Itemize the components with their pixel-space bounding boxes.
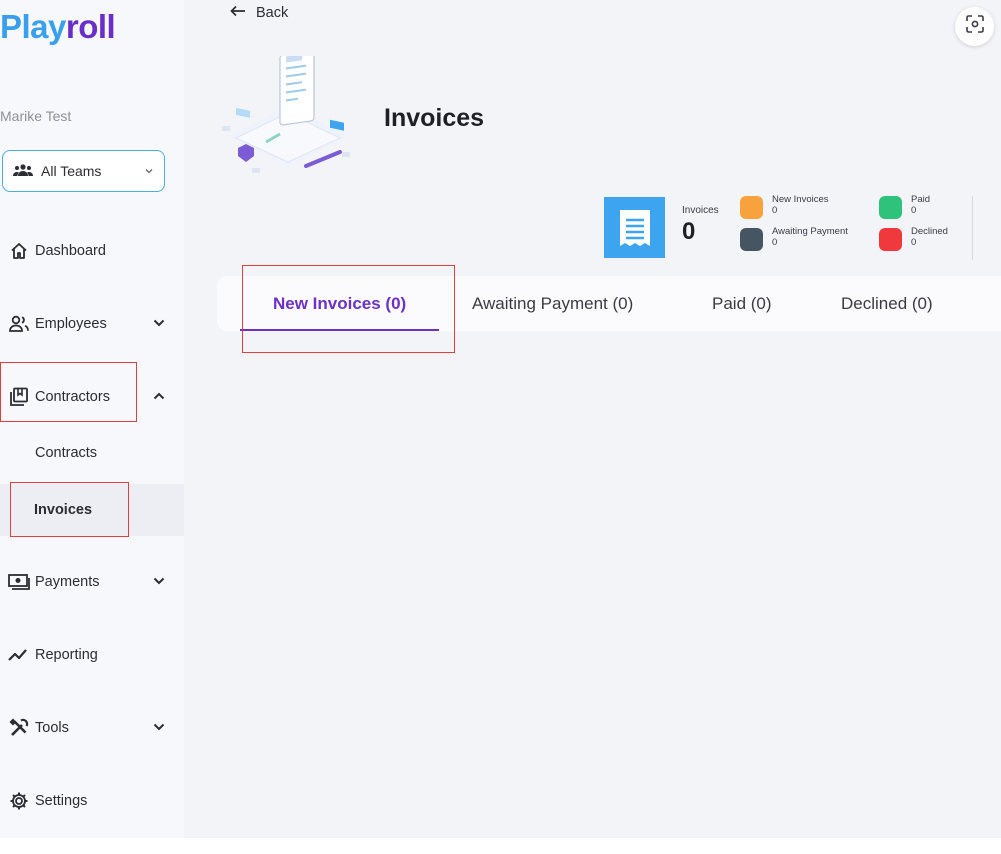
legend-swatch [740, 196, 763, 219]
active-tab-indicator [240, 329, 439, 331]
chevron-up-icon [152, 389, 166, 407]
users-icon [8, 313, 30, 335]
trend-icon [8, 644, 30, 666]
tab-paid[interactable]: Paid (0) [712, 276, 772, 331]
tab-new-invoices[interactable]: New Invoices (0) [273, 276, 406, 331]
nav-employees-label: Employees [35, 316, 107, 332]
legend-label: Awaiting Payment [772, 226, 848, 237]
legend-count: 0 [911, 237, 917, 248]
nav-settings[interactable]: Settings [0, 781, 184, 821]
nav-settings-label: Settings [35, 793, 88, 809]
chevron-down-icon [152, 574, 166, 592]
legend-label: New Invoices [772, 194, 829, 205]
legend-new-invoices: New Invoices 0 [740, 194, 829, 219]
team-select-value: All Teams [41, 163, 102, 179]
team-icon [13, 163, 33, 180]
back-label: Back [256, 5, 289, 21]
nav-contractors-label: Contractors [35, 389, 110, 405]
nav-contracts[interactable]: Contracts [0, 427, 184, 479]
sidebar: Playroll Marike Test All Teams Dashboard… [0, 0, 184, 838]
invoice-illustration [218, 50, 358, 186]
legend-label: Paid [911, 194, 931, 205]
legend-swatch [740, 228, 763, 251]
tools-icon [8, 717, 30, 739]
legend-count: 0 [772, 237, 778, 248]
user-name: Marike Test [0, 108, 72, 124]
nav-payments[interactable]: Payments [0, 562, 184, 602]
nav-invoices[interactable]: Invoices [0, 484, 184, 536]
screenshot-scan-button[interactable] [955, 7, 994, 46]
invoice-receipt-icon [604, 197, 665, 258]
app-logo[interactable]: Playroll [0, 8, 116, 46]
team-select[interactable]: All Teams [2, 150, 165, 192]
invoice-tabs: New Invoices (0) Awaiting Payment (0) Pa… [217, 276, 1001, 331]
contractors-icon [8, 386, 30, 408]
chevron-down-icon [144, 163, 154, 179]
nav-dashboard[interactable]: Dashboard [0, 231, 184, 271]
payments-icon [8, 571, 30, 593]
home-icon [8, 240, 30, 262]
tab-awaiting-payment[interactable]: Awaiting Payment (0) [472, 276, 633, 331]
legend-swatch [879, 228, 902, 251]
nav-reporting[interactable]: Reporting [0, 635, 184, 675]
scan-icon [965, 14, 985, 39]
arrow-left-icon [230, 5, 246, 21]
nav-tools[interactable]: Tools [0, 708, 184, 748]
legend-count: 0 [911, 205, 917, 216]
nav-reporting-label: Reporting [35, 647, 98, 663]
legend-declined: Declined 0 [879, 226, 948, 251]
nav-tools-label: Tools [35, 720, 69, 736]
nav-payments-label: Payments [35, 574, 100, 590]
nav-dashboard-label: Dashboard [35, 243, 106, 259]
legend-label: Declined [911, 226, 948, 237]
nav-contractors[interactable]: Contractors [0, 377, 184, 417]
gear-icon [8, 790, 30, 812]
back-button[interactable]: Back [230, 5, 288, 21]
chevron-down-icon [152, 316, 166, 334]
nav-employees[interactable]: Employees [0, 304, 184, 344]
legend-count: 0 [772, 205, 778, 216]
chevron-down-icon [152, 720, 166, 738]
stats-label: Invoices [682, 205, 719, 216]
legend-paid: Paid 0 [879, 194, 931, 219]
legend-swatch [879, 196, 902, 219]
stats-total: 0 [682, 218, 696, 245]
legend-awaiting-payment: Awaiting Payment 0 [740, 226, 848, 251]
divider [972, 196, 973, 260]
page-title: Invoices [384, 104, 485, 132]
tab-declined[interactable]: Declined (0) [841, 276, 933, 331]
